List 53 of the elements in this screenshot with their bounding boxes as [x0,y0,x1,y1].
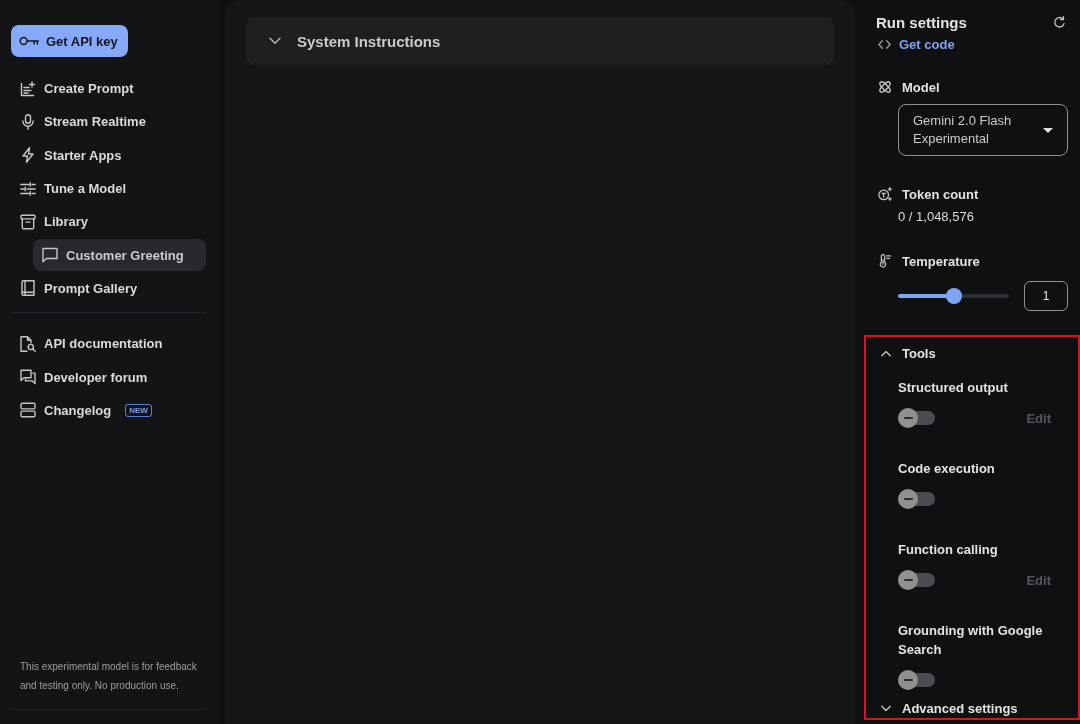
get-code-link[interactable]: Get code [876,36,955,52]
nav-item[interactable]: Prompt Gallery [11,271,206,306]
toggle-switch[interactable] [898,408,935,428]
chat-bubble-icon [42,247,58,264]
new-badge: NEW [125,403,152,417]
disclaimer-text: This experimental model is for feedback and testing only. No production use. [20,660,198,693]
temperature-value-field[interactable]: 1 [1024,281,1068,311]
atom-icon [878,80,892,94]
nav-link[interactable]: Changelog NEW [11,393,206,427]
sliders-icon [20,180,36,197]
toggle-switch[interactable] [898,670,935,690]
key-icon [19,36,39,46]
nav-item[interactable]: Starter Apps [11,138,206,172]
book-icon [20,280,36,297]
section-label: Model [902,79,940,95]
nav-item[interactable]: Stream Realtime [11,105,206,139]
code-brackets-icon [878,39,891,49]
chevron-up-icon [881,349,891,357]
slider-thumb[interactable] [945,288,962,304]
chevron-down-icon [269,37,281,45]
chevron-down-icon [881,704,891,712]
get-api-key-button[interactable]: Get API key [11,25,128,57]
list-plus-icon [20,80,36,97]
tools-section-toggle[interactable]: Tools [866,337,936,369]
model-dropdown[interactable]: Gemini 2.0 Flash Experimental [898,104,1068,156]
box-icon [20,213,36,230]
toggle-switch[interactable] [898,570,935,590]
nav-item[interactable]: Create Prompt [11,72,206,106]
nav-item[interactable]: Tune a Model [11,171,206,206]
tool-label: Code execution [898,460,996,478]
system-instructions-header[interactable]: System Instructions [246,17,834,65]
lightning-icon [20,147,36,164]
document-search-icon [20,335,36,352]
caret-down-icon [1043,127,1053,133]
panel-title: Run settings [876,13,967,31]
token-count-value: 0 / 1,048,576 [898,209,975,225]
tool-label: Function calling [898,541,999,559]
microphone-icon [20,113,36,130]
refresh-icon[interactable] [1053,15,1066,29]
nav-item[interactable]: Library [11,205,206,239]
thermometer-icon [878,254,892,268]
nav-link[interactable]: Developer forum [11,360,206,394]
section-label: Token count [902,186,979,202]
nav-link[interactable]: API documentation [11,327,206,361]
advanced-settings-toggle[interactable]: Advanced settings [866,698,1018,718]
nav-item[interactable]: Customer Greeting [33,239,206,271]
stacked-rows-icon [20,402,36,419]
toggle-switch[interactable] [898,489,935,509]
section-label: Temperature [902,253,980,269]
tool-label: Grounding with Google Search [898,622,1044,659]
circle-sparkle-icon [878,187,892,201]
chat-bubbles-icon [20,369,36,385]
tool-label: Structured output [898,379,1009,397]
